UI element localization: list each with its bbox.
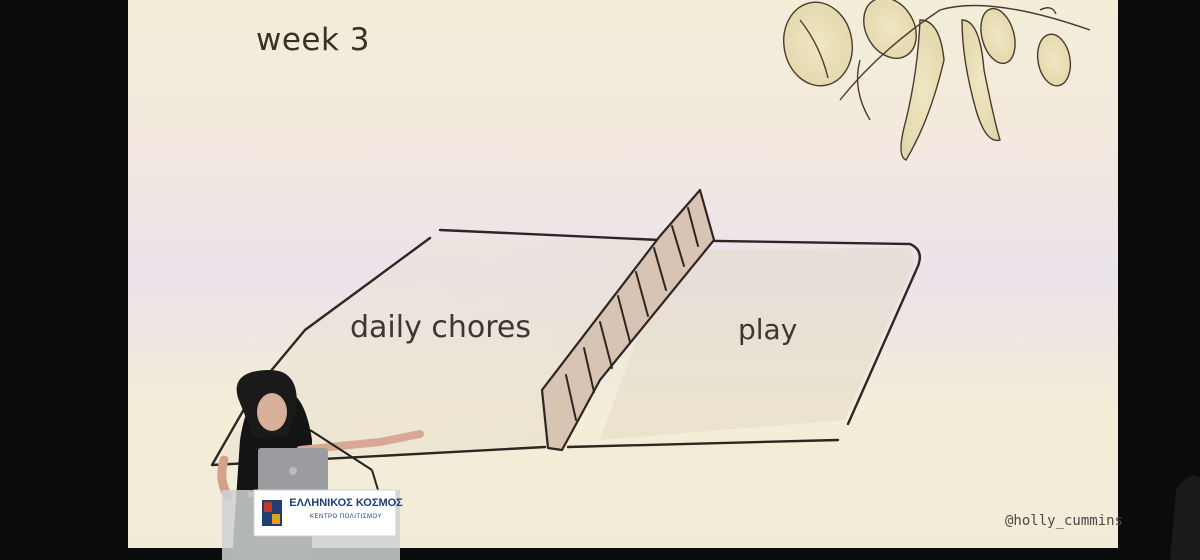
slide-title: week 3 [256,22,371,58]
presenter-face [257,393,287,431]
daily-chores-label: daily chores [350,310,532,345]
podium-brand-text: ΕΛΛΗΝΙΚΟΣ ΚΟΣΜΟΣ [289,497,403,509]
conference-stage-scene [128,0,1200,560]
speaker-handle: @holly_cummins [1005,513,1124,529]
audience-silhouette [1170,475,1200,560]
play-label: play [738,313,798,346]
podium-subtitle-text: ΚΕΝΤΡΟ ΠΟΛΙΤΙΣΜΟΥ [310,514,382,520]
